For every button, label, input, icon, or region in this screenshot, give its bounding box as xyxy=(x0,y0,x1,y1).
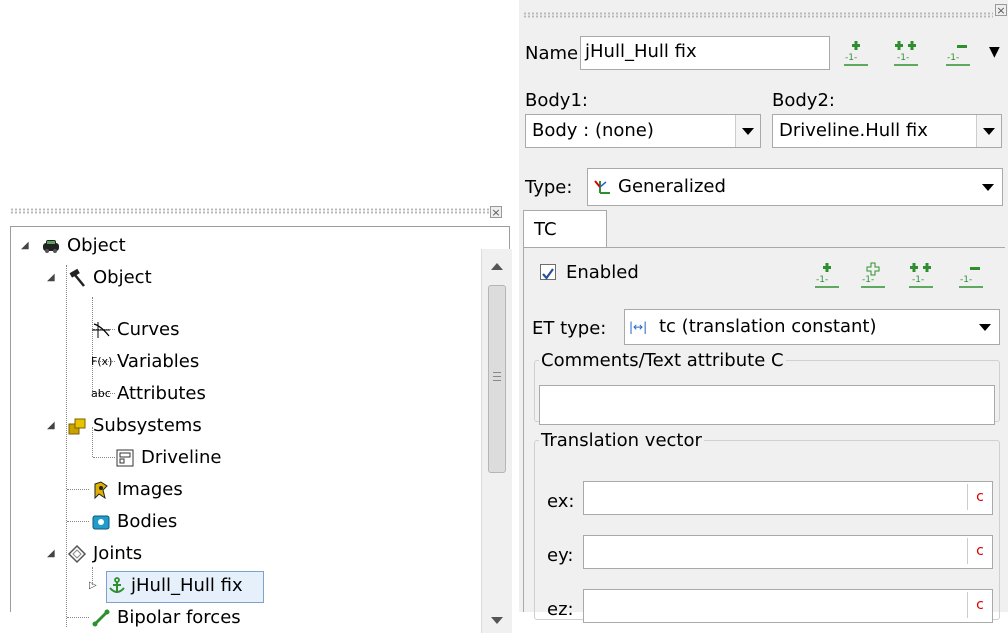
comments-group: Comments/Text attribute C xyxy=(534,350,1000,425)
translation-legend: Translation vector xyxy=(541,430,702,451)
subsystems-icon xyxy=(67,416,87,436)
svg-text:-1-: -1- xyxy=(862,275,874,285)
comments-legend: Comments/Text attribute C xyxy=(541,350,784,371)
body1-label: Body1: xyxy=(525,90,588,111)
tree-item-label: Images xyxy=(117,479,183,500)
ez-input[interactable] xyxy=(583,589,993,623)
more-options-icon[interactable]: ▼ xyxy=(989,44,1000,60)
ez-calc-button[interactable]: c xyxy=(967,592,992,618)
svg-text:-1-: -1- xyxy=(897,53,909,63)
svg-text:-1-: -1- xyxy=(947,53,959,63)
tree-item-label: Attributes xyxy=(117,383,206,404)
add-joint-icon[interactable]: -1- xyxy=(841,40,871,68)
collapse-icon[interactable]: ◢ xyxy=(21,233,35,259)
name-label: Name xyxy=(525,43,579,64)
body2-select[interactable]: Driveline.Hull fix xyxy=(772,114,1002,148)
ex-label: ex: xyxy=(547,491,575,512)
object-tree-panel: × ◢ Object ◢ Object Curves F(x) Variable… xyxy=(10,206,512,633)
type-value: Generalized xyxy=(618,176,726,197)
images-icon xyxy=(91,480,111,500)
panel-grip[interactable] xyxy=(523,12,993,18)
anchor-icon xyxy=(107,576,127,596)
chevron-down-icon[interactable] xyxy=(976,115,1001,147)
ex-calc-button[interactable]: c xyxy=(967,484,992,510)
type-select[interactable]: Generalized xyxy=(587,168,1003,206)
ey-label: ey: xyxy=(547,545,574,566)
et-type-value: tc (translation constant) xyxy=(659,316,877,337)
ez-label: ez: xyxy=(547,599,574,620)
et-type-label: ET type: xyxy=(532,318,607,339)
generalized-joint-icon xyxy=(592,169,612,205)
text-attribute-icon: abc xyxy=(91,387,111,400)
collapse-icon[interactable]: ◢ xyxy=(47,541,61,567)
tree-item-label: Curves xyxy=(117,319,180,340)
bodies-icon xyxy=(91,512,111,532)
tree-item-label: Bipolar forces xyxy=(117,607,241,628)
add-multiple-icon[interactable]: -1- xyxy=(891,40,921,68)
remove-icon[interactable]: -1- xyxy=(943,40,973,68)
svg-text:-1-: -1- xyxy=(960,275,972,285)
tree-item-label: Object xyxy=(67,235,126,256)
add-multiple-elements-icon[interactable]: -1- xyxy=(906,262,936,290)
tree-item-label: Joints xyxy=(93,543,143,564)
hammer-icon xyxy=(67,268,87,288)
body2-value: Driveline.Hull fix xyxy=(779,120,928,141)
tree-item-label: jHull_Hull fix xyxy=(131,575,243,596)
body1-value: Body : (none) xyxy=(532,120,654,141)
ey-calc-button[interactable]: c xyxy=(967,538,992,564)
panel-grip[interactable] xyxy=(10,208,494,214)
tree-item-label: Variables xyxy=(117,351,200,372)
joint-properties-panel: × Name jHull_Hull fix -1- -1- -1- ▼ Body… xyxy=(519,0,1008,623)
tree-item-label: Subsystems xyxy=(93,415,202,436)
enabled-checkbox[interactable] xyxy=(540,264,556,280)
comments-input[interactable] xyxy=(539,385,995,425)
scrollbar-thumb[interactable] xyxy=(488,285,506,473)
object-tree: ◢ Object ◢ Object Curves F(x) Variables xyxy=(10,226,512,633)
name-input[interactable]: jHull_Hull fix xyxy=(580,36,830,70)
svg-text:-1-: -1- xyxy=(912,275,924,285)
body1-select[interactable]: Body : (none) xyxy=(525,114,761,148)
close-icon[interactable]: × xyxy=(995,4,1007,17)
type-label: Type: xyxy=(525,177,573,198)
translation-icon: |↔| xyxy=(629,320,648,334)
tree-item-label: Bodies xyxy=(117,511,178,532)
ey-input[interactable] xyxy=(583,535,993,569)
scroll-up-icon[interactable] xyxy=(491,263,503,270)
tree-item-label: Object xyxy=(93,267,152,288)
tab-tc[interactable]: TC xyxy=(523,210,607,248)
svg-text:-1-: -1- xyxy=(816,275,828,285)
car-icon xyxy=(41,236,61,256)
chevron-down-icon[interactable] xyxy=(735,115,760,147)
collapse-icon[interactable]: ◢ xyxy=(47,265,61,291)
svg-text:-1-: -1- xyxy=(845,53,857,63)
bipolar-force-icon xyxy=(91,608,111,628)
function-icon: F(x) xyxy=(91,355,113,368)
et-type-select[interactable]: |↔| tc (translation constant) xyxy=(624,309,1000,345)
expand-icon[interactable]: ▷ xyxy=(89,573,103,599)
close-icon[interactable]: × xyxy=(490,206,502,219)
ex-input[interactable] xyxy=(583,481,993,515)
add-element-icon[interactable]: -1- xyxy=(812,262,842,290)
tab-tc-label: TC xyxy=(534,219,557,240)
collapse-icon[interactable]: ◢ xyxy=(47,413,61,439)
subsystem-icon xyxy=(115,448,135,468)
joints-icon xyxy=(67,544,87,564)
add-element-outline-icon[interactable]: -1- xyxy=(858,262,888,290)
remove-element-icon[interactable]: -1- xyxy=(956,262,986,290)
tc-tab-content: Enabled -1- -1- -1- -1- ET type: |↔| tc … xyxy=(523,247,1005,623)
curve-icon xyxy=(91,320,111,340)
scroll-down-icon[interactable] xyxy=(491,617,503,624)
tree-item-label: Driveline xyxy=(141,447,222,468)
body2-label: Body2: xyxy=(772,90,835,111)
translation-vector-group: Translation vector ex: c ey: c ez: c xyxy=(534,430,1000,623)
enabled-label: Enabled xyxy=(566,262,639,283)
tree-scrollbar[interactable] xyxy=(481,249,512,633)
